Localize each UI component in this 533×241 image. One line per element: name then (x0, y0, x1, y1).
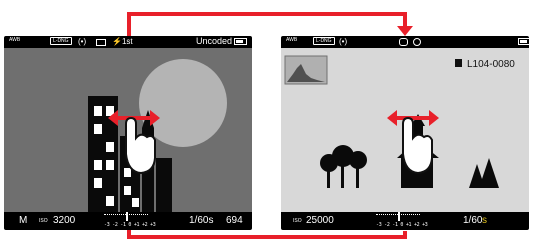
flash-icon: ⚡1st (112, 37, 133, 46)
gps-off-icon (413, 38, 421, 46)
exposure-pointer (398, 212, 400, 221)
frame-icon (96, 39, 106, 46)
card-file-label: L104-0080 (455, 59, 515, 70)
battery-icon (518, 38, 529, 45)
shutter-speed: 1/60 (463, 215, 483, 226)
live-view-screen: AWB L-DNG (•) ⚡1st Uncoded M ISO 3200 -3… (4, 36, 252, 230)
iso-value: 25000 (306, 215, 334, 226)
metering-icon: (•) (339, 37, 348, 46)
playback-image[interactable]: L104-0080 (281, 48, 529, 212)
shots-remaining: 694 (226, 215, 243, 226)
status-bar-bottom: M ISO 3200 -3 -2 -1 0 +1 +2 +3 1/60s 694 (4, 212, 252, 230)
awb-icon: AWB (9, 37, 21, 43)
status-bar-top: AWB L-DNG (•) (281, 36, 529, 48)
histogram-icon (284, 55, 328, 85)
exposure-pointer (126, 212, 128, 221)
iso-icon: ISO (293, 218, 302, 224)
status-bar-top: AWB L-DNG (•) ⚡1st Uncoded (4, 36, 252, 48)
ev-scale-labels: -3 -2 -1 0 +1 +2 +3 (104, 222, 156, 228)
battery-icon (234, 38, 247, 45)
live-view-image[interactable] (4, 48, 252, 212)
metering-icon: (•) (78, 37, 87, 46)
awb-icon: AWB (286, 37, 298, 43)
shutter-unit: s (482, 215, 487, 226)
status-bar-bottom: ISO 25000 -3 -2 -1 0 +1 +2 +3 1/60 s (281, 212, 529, 230)
ev-scale-labels: -3 -2 -1 0 +1 +2 +3 (376, 222, 428, 228)
dng-format-icon: L-DNG (50, 37, 72, 45)
shutter-speed: 1/60s (189, 215, 214, 226)
exposure-mode: M (19, 215, 28, 226)
dng-format-icon: L-DNG (313, 37, 335, 45)
top-arrowhead (397, 26, 413, 36)
playback-screen: AWB L-DNG (•) L104-0080 ISO 25000 -3 -2 … (281, 36, 529, 230)
iso-value: 3200 (53, 215, 76, 226)
hand-swipe-icon (387, 110, 439, 175)
file-number: L104-0080 (467, 59, 515, 70)
stabilizer-icon (399, 38, 408, 46)
coded-status: Uncoded (196, 36, 233, 46)
iso-icon: ISO (39, 218, 48, 224)
top-arrow (127, 12, 407, 36)
